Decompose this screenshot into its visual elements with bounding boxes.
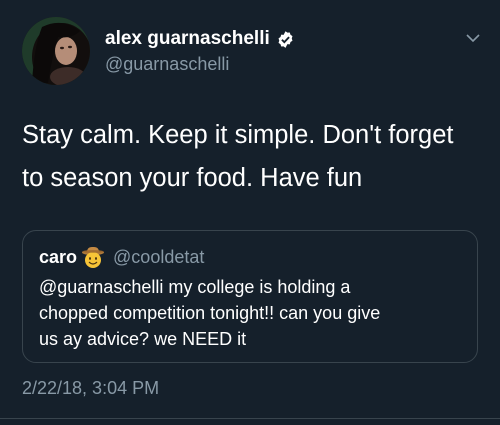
author-display-name[interactable]: alex guarnaschelli [105, 28, 270, 50]
divider [0, 418, 500, 419]
quoted-author-handle: @cooldetat [113, 246, 205, 267]
tweet-text: Stay calm. Keep it simple. Don't forget … [22, 121, 454, 192]
quoted-tweet-header: caro @cooldetat [39, 245, 204, 269]
verified-badge-icon [278, 30, 293, 48]
cowboy-emoji-icon [82, 246, 105, 268]
avatar[interactable] [22, 17, 90, 85]
quoted-tweet-card[interactable]: caro @cooldetat @guarnaschelli my colleg… [22, 230, 478, 363]
quoted-author-name: caro [39, 246, 78, 267]
author-handle[interactable]: @guarnaschelli [105, 54, 229, 75]
chevron-down-icon[interactable] [466, 34, 480, 43]
quoted-tweet-text: @guarnaschelli my college is holding a c… [39, 277, 381, 349]
author-name-row[interactable]: alex guarnaschelli [105, 28, 295, 50]
tweet-timestamp[interactable]: 2/22/18, 3:04 PM [22, 378, 159, 399]
